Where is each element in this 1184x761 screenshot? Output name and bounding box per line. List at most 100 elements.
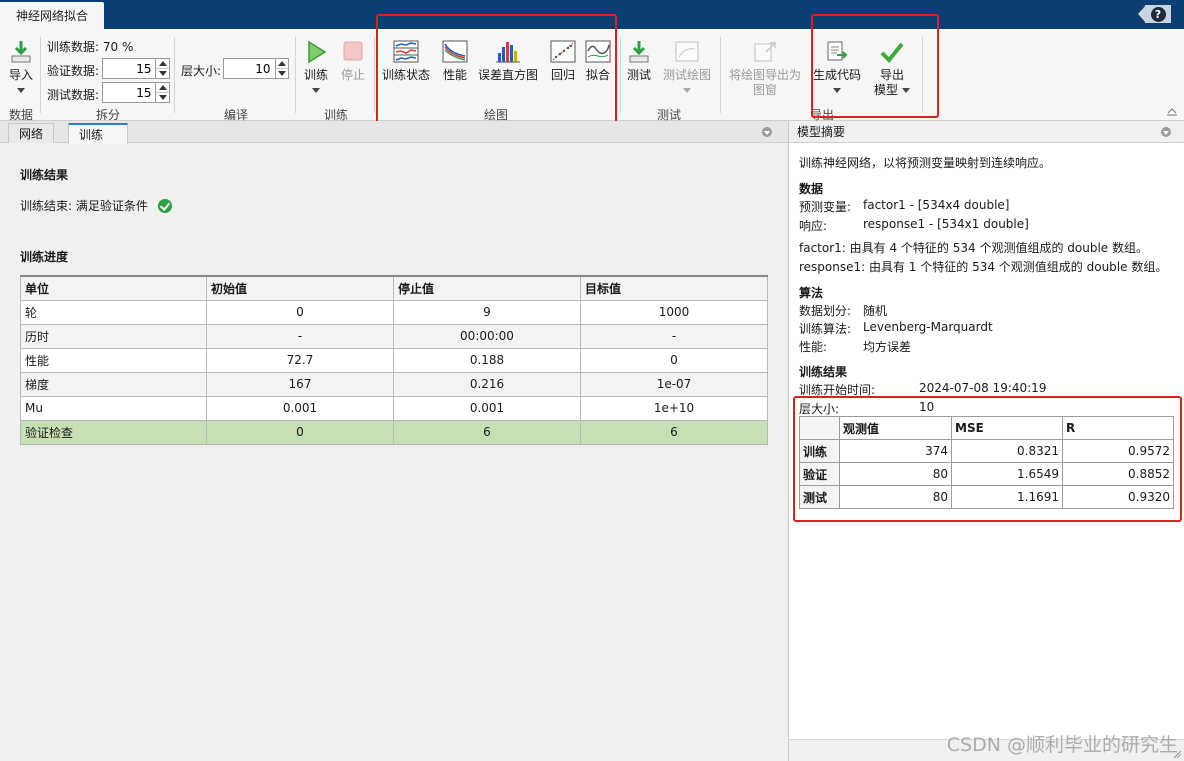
test-button[interactable]: 测试 (624, 39, 654, 83)
table-cell: 验证检查 (20, 419, 207, 445)
table-cell: 1e-07 (580, 371, 768, 397)
decrement-icon[interactable] (156, 68, 169, 78)
test-plot-icon (675, 41, 699, 62)
table-row-validation: 验证检查 0 6 6 (20, 419, 768, 445)
tab-training[interactable]: 训练 (68, 123, 128, 144)
table-cell: 80 (839, 462, 952, 486)
test-ratio-label: 测试数据: (47, 88, 100, 102)
play-icon (308, 40, 327, 64)
increment-icon[interactable] (156, 59, 169, 68)
performance-button[interactable]: 性能 (440, 39, 470, 83)
table-cell: Mu (20, 395, 207, 421)
export-plot-label-1: 将绘图导出为 (728, 68, 801, 82)
table-cell: 1000 (580, 299, 768, 325)
generate-code-button[interactable]: 生成代码 (810, 39, 864, 93)
success-check-icon (157, 198, 172, 213)
title-bar: 神经网络拟合 ? (0, 0, 1184, 29)
generate-code-label: 生成代码 (812, 68, 861, 82)
collapse-toolstrip-icon[interactable] (1166, 106, 1178, 116)
train-label: 训练 (303, 68, 328, 82)
separator (720, 37, 721, 113)
predictor-row: 预测变量: factor1 - [534x4 double] (799, 198, 1009, 215)
performance-label: 性能 (442, 68, 467, 82)
help-button[interactable]: ? (1131, 4, 1171, 24)
column-header: 停止值 (393, 275, 581, 301)
layer-size-key: 层大小: (799, 402, 840, 416)
table-cell: 1.6549 (951, 462, 1063, 486)
table-cell: 80 (839, 485, 952, 509)
stop-icon (343, 41, 363, 61)
separator (922, 37, 923, 113)
table-cell: 0.001 (206, 395, 394, 421)
resize-grip-icon[interactable] (1172, 749, 1182, 759)
layer-size-value: 10 (919, 400, 935, 414)
performance-plot-icon (442, 40, 468, 63)
watermark: CSDN @顺利毕业的研究生 (946, 734, 1178, 756)
training-result-text: 训练结束: 满足验证条件 (20, 199, 148, 213)
import-button[interactable]: 导入 (6, 39, 36, 93)
start-time-row: 训练开始时间: 2024-07-08 19:40:19 (799, 381, 1046, 398)
app-tab[interactable]: 神经网络拟合 (0, 2, 104, 29)
training-pane: 网络 训练 训练结果 训练结束: 满足验证条件 训练进度 单位 初始值 停止值 … (0, 121, 788, 761)
performance-key: 性能: (799, 340, 828, 354)
decrement-icon[interactable] (275, 68, 288, 78)
test-label: 测试 (626, 68, 651, 82)
increment-icon[interactable] (276, 59, 288, 68)
start-time-value: 2024-07-08 19:40:19 (919, 381, 1047, 395)
tab-network[interactable]: 网络 (8, 123, 55, 143)
fit-button[interactable]: 拟合 (584, 39, 612, 83)
separator (174, 37, 175, 113)
model-summary-title: 模型摘要 (797, 125, 846, 139)
table-cell: 6 (393, 419, 581, 445)
table-row: 轮 0 9 1000 (20, 299, 768, 325)
start-time-key: 训练开始时间: (799, 383, 876, 397)
export-model-button[interactable]: 导出 模型 (868, 39, 916, 98)
row-header: 验证 (799, 462, 840, 486)
chevron-down-icon (833, 88, 841, 93)
table-row: Mu 0.001 0.001 1e+10 (20, 395, 768, 421)
response-value: response1 - [534x1 double] (863, 217, 1029, 231)
train-ratio-label: 训练数据: 70 % (47, 40, 134, 54)
pane-menu-icon[interactable] (1161, 127, 1171, 137)
regression-button[interactable]: 回归 (548, 39, 578, 83)
model-summary-header: 模型摘要 (789, 121, 1184, 143)
factor-description: factor1: 由具有 4 个特征的 534 个观测值组成的 double 数… (799, 241, 1148, 255)
histogram-icon (496, 42, 520, 63)
row-header: 测试 (799, 485, 840, 509)
test-plot-button[interactable]: 测试绘图 (660, 39, 714, 93)
test-ratio-input[interactable] (103, 83, 156, 102)
table-header-row: 单位 初始值 停止值 目标值 (20, 275, 768, 301)
layer-size-label: 层大小: (181, 64, 222, 78)
table-row: 训练 374 0.8321 0.9572 (799, 439, 1174, 463)
val-ratio-input[interactable] (103, 59, 156, 78)
table-cell: 00:00:00 (393, 323, 581, 349)
column-header: 观测值 (839, 416, 952, 440)
table-cell: 0.9320 (1062, 485, 1174, 509)
val-ratio-label: 验证数据: (47, 64, 100, 78)
data-section-title: 数据 (799, 182, 824, 196)
pane-menu-icon[interactable] (762, 127, 772, 137)
table-cell: 72.7 (206, 347, 394, 373)
table-cell: 374 (839, 439, 952, 463)
checkmark-icon (880, 42, 904, 63)
chevron-down-icon (17, 88, 25, 93)
response-row: 响应: response1 - [534x1 double] (799, 217, 1029, 234)
export-plot-button[interactable]: 将绘图导出为 图窗 (726, 39, 804, 98)
table-row: 性能 72.7 0.188 0 (20, 347, 768, 373)
table-cell: 历时 (20, 323, 207, 349)
decrement-icon[interactable] (156, 92, 169, 102)
test-icon (629, 41, 649, 63)
table-header-row: 观测值 MSE R (799, 416, 1174, 440)
table-cell: - (206, 323, 394, 349)
separator (374, 37, 375, 113)
val-ratio-stepper[interactable] (102, 58, 170, 79)
training-state-button[interactable]: 训练状态 (380, 39, 432, 83)
increment-icon[interactable] (156, 83, 169, 92)
error-histogram-button[interactable]: 误差直方图 (476, 39, 540, 83)
layer-size-stepper[interactable] (223, 58, 289, 79)
train-button[interactable]: 训练 (300, 39, 332, 93)
import-label: 导入 (8, 68, 33, 82)
test-ratio-stepper[interactable] (102, 82, 170, 103)
layer-size-input[interactable] (224, 59, 275, 78)
stop-button[interactable]: 停止 (338, 39, 368, 83)
